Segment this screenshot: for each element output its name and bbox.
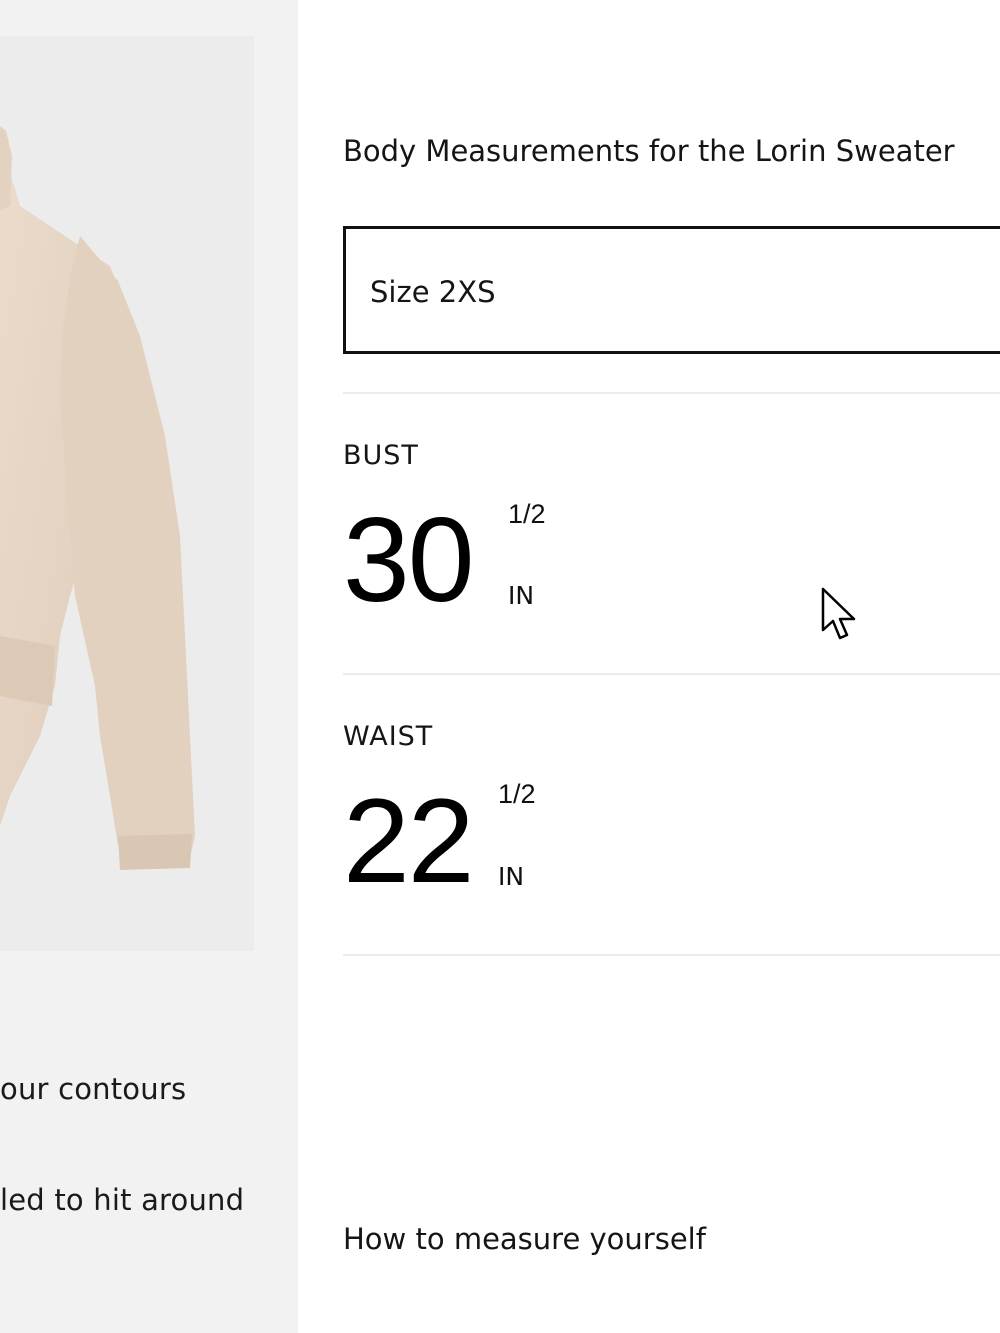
waist-value: 22 — [343, 774, 474, 908]
waist-fraction: 1/2 — [498, 779, 536, 809]
sweater-illustration — [0, 126, 195, 870]
bust-unit: IN — [508, 581, 535, 610]
divider — [343, 392, 1000, 394]
mouse-cursor-icon — [821, 587, 856, 640]
size-select-value: Size 2XS — [370, 275, 496, 309]
bust-value: 30 — [343, 493, 474, 627]
product-image[interactable] — [0, 36, 254, 951]
product-description-line: led to hit around — [0, 1183, 245, 1217]
product-left-panel: our contours led to hit around — [0, 0, 298, 1333]
product-description-line: our contours — [0, 1072, 187, 1106]
measurements-heading: Body Measurements for the Lorin Sweater — [343, 134, 955, 168]
bust-fraction: 1/2 — [508, 499, 546, 529]
waist-label: WAIST — [343, 721, 434, 752]
how-to-measure-link[interactable]: How to measure yourself — [343, 1222, 706, 1256]
bust-label: BUST — [343, 440, 419, 471]
divider — [343, 673, 1000, 675]
size-select[interactable]: Size 2XS — [343, 226, 1000, 354]
divider — [343, 954, 1000, 956]
waist-unit: IN — [498, 862, 525, 891]
